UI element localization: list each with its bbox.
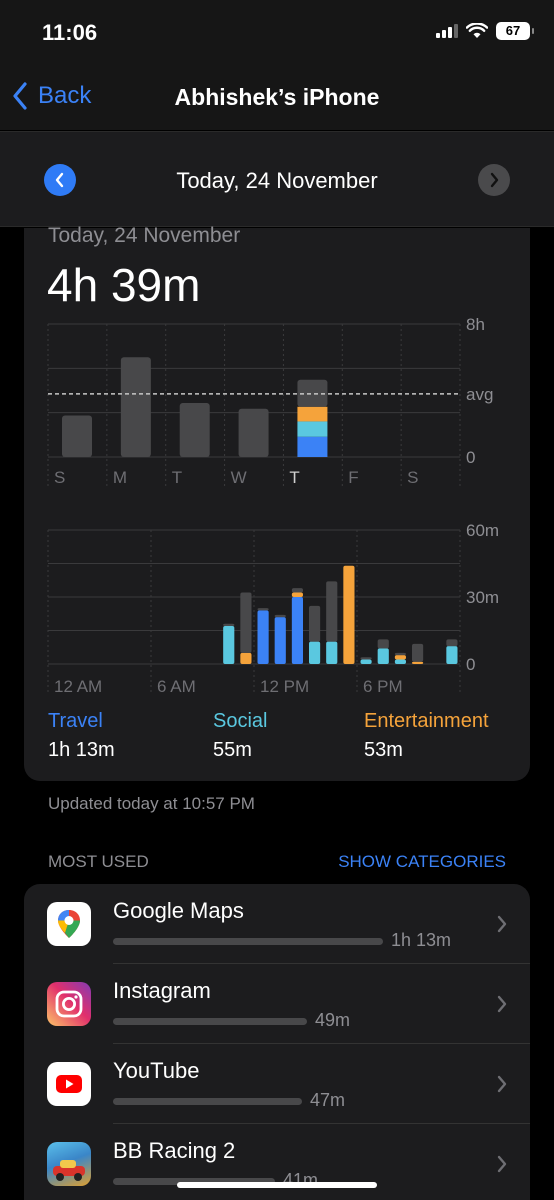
- list-item-bb-racing-2[interactable]: BB Racing 2 41m: [24, 1124, 530, 1200]
- most-used-heading: MOST USED: [48, 852, 149, 871]
- x-tick-label: 6 AM: [157, 677, 196, 696]
- legend-entertainment-label: Entertainment: [364, 710, 489, 732]
- list-item-instagram[interactable]: Instagram 49m: [24, 964, 530, 1044]
- legend-travel: Travel 1h 13m: [48, 710, 115, 762]
- app-name: BB Racing 2: [113, 1138, 236, 1163]
- show-categories-button[interactable]: SHOW CATEGORIES: [338, 852, 506, 872]
- instagram-icon: [47, 982, 91, 1026]
- legend-social-label: Social: [213, 710, 268, 732]
- hour-bar-other: [394, 652, 406, 656]
- status-bar: 11:06 67: [0, 0, 554, 62]
- google-maps-icon: [47, 902, 91, 946]
- usage-duration: 47m: [310, 1090, 346, 1110]
- usage-bar: [113, 938, 383, 945]
- x-tick-label: 6 PM: [363, 677, 403, 696]
- most-used-list: Google Maps 1h 13m Instagram 49m YouTube: [24, 884, 530, 1200]
- usage-duration: 49m: [315, 1010, 351, 1030]
- youtube-icon: [47, 1062, 91, 1106]
- chevron-right-icon: [497, 1075, 507, 1093]
- hour-bar-entertainment: [291, 592, 303, 597]
- hour-bar-other: [446, 639, 458, 647]
- x-tick-label: 12 AM: [54, 677, 102, 696]
- next-day-button[interactable]: [478, 164, 510, 196]
- x-tick-label: 12 PM: [260, 677, 309, 696]
- legend-travel-label: Travel: [48, 710, 103, 732]
- hour-bar-travel: [274, 617, 286, 664]
- hour-bar-other: [223, 623, 235, 627]
- legend-entertainment-value: 53m: [364, 739, 403, 761]
- bb-racing-2-icon: [47, 1142, 91, 1186]
- hour-bar-other: [309, 605, 321, 642]
- page-title: Abhishek’s iPhone: [174, 84, 380, 110]
- list-item-google-maps[interactable]: Google Maps 1h 13m: [24, 884, 530, 964]
- hour-bar-social: [309, 641, 321, 664]
- chevron-right-icon: [497, 1155, 507, 1173]
- hour-bar-social: [360, 659, 372, 664]
- battery-icon: 67: [496, 22, 534, 40]
- chevron-right-icon: [497, 915, 507, 933]
- legend-social: Social 55m: [213, 710, 267, 762]
- hour-bar-social: [377, 648, 389, 664]
- hour-bar-other: [274, 614, 286, 618]
- legend-entertainment: Entertainment 53m: [364, 710, 489, 762]
- status-icons: 67: [436, 22, 534, 40]
- date-selector: Today, 24 November: [0, 131, 554, 227]
- hour-bar-entertainment: [240, 652, 252, 664]
- wifi-icon: [466, 23, 488, 38]
- app-name: Google Maps: [113, 898, 244, 923]
- hour-bar-travel: [257, 610, 269, 664]
- chevron-right-icon: [497, 995, 507, 1013]
- cellular-signal-icon: [436, 24, 458, 38]
- chevron-right-icon: [490, 172, 499, 188]
- navigation-bar: Back Abhishek’s iPhone: [0, 62, 554, 130]
- hour-bar-other: [377, 639, 389, 649]
- app-name: YouTube: [113, 1058, 200, 1083]
- hourly-usage-chart[interactable]: 12 AM 6 AM 12 PM 6 PM 60m 30m 0: [24, 228, 530, 708]
- hour-bar-social: [223, 626, 235, 664]
- usage-duration: 1h 13m: [391, 930, 452, 950]
- hour-bar-social: [394, 659, 406, 664]
- status-time: 11:06: [42, 20, 98, 45]
- usage-bar: [113, 1098, 302, 1105]
- hour-bar-other: [326, 581, 338, 642]
- date-label: Today, 24 November: [176, 168, 378, 193]
- list-item-youtube[interactable]: YouTube 47m: [24, 1044, 530, 1124]
- app-name: Instagram: [113, 978, 211, 1003]
- y-tick-label: 60m: [466, 521, 499, 540]
- updated-timestamp: Updated today at 10:57 PM: [48, 794, 255, 813]
- hour-bar-other: [240, 592, 252, 653]
- screen-time-summary-card: Today, 24 November 4h 39m S M T W T F S 8h avg 0 …: [24, 224, 530, 781]
- hour-bar-social: [326, 641, 338, 664]
- hour-bar-travel: [291, 597, 303, 664]
- hour-bar-entertainment: [343, 565, 355, 664]
- hour-bar-social: [446, 646, 458, 664]
- hour-bar-entertainment: [394, 655, 406, 660]
- hour-bar-entertainment: [412, 661, 424, 664]
- y-tick-label: 30m: [466, 588, 499, 607]
- legend-social-value: 55m: [213, 739, 252, 761]
- legend-travel-value: 1h 13m: [48, 739, 115, 761]
- home-indicator[interactable]: [177, 1182, 377, 1188]
- hour-bar-other: [257, 608, 269, 611]
- hour-bar-other: [291, 588, 303, 593]
- usage-bar: [113, 1018, 307, 1025]
- hour-bar-other: [360, 657, 372, 660]
- y-tick-label: 0: [466, 655, 475, 674]
- hour-bar-other: [412, 643, 424, 662]
